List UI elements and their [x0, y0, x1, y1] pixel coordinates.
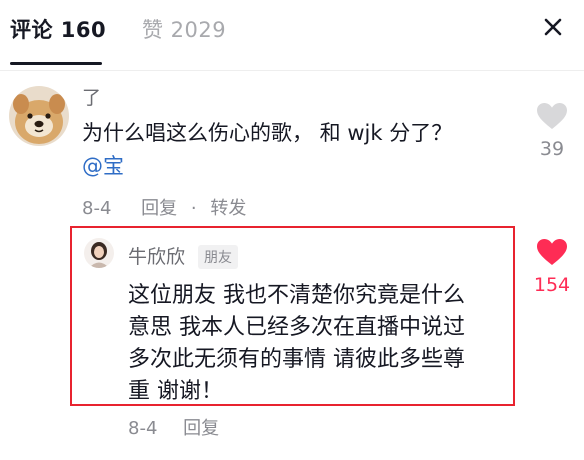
close-button[interactable] [538, 12, 568, 42]
reply-text-line: 这位朋友 我也不清楚你究竟是什么 [128, 283, 465, 308]
reply-text-line: 重 谢谢！ [128, 379, 223, 404]
reply-avatar[interactable] [84, 238, 114, 268]
tab-likes[interactable]: 赞 2029 [142, 14, 226, 44]
reply-button[interactable]: 回复 [141, 194, 177, 220]
person-avatar-icon [84, 238, 114, 268]
friend-badge: 朋友 [198, 245, 238, 269]
dog-avatar-icon [9, 86, 69, 146]
comment-username[interactable]: 了 [82, 83, 101, 110]
reply-text-line: 多次此无须有的事情 请彼此多些尊 [128, 347, 465, 372]
reply-meta: 8-4 回复 [128, 414, 219, 440]
reply-date: 8-4 [128, 418, 158, 439]
comment-date: 8-4 [82, 198, 112, 219]
comment-meta: 8-4 回复 · 转发 [82, 194, 246, 220]
tab-active-indicator [10, 62, 102, 65]
close-icon [544, 18, 562, 36]
comment-like-count: 39 [539, 138, 565, 160]
avatar[interactable] [9, 86, 69, 146]
reply-like-button[interactable]: 154 [526, 238, 578, 296]
reply-username[interactable]: 牛欣欣 [128, 242, 185, 269]
reply-text-line: 意思 我本人已经多次在直播中说过 [128, 315, 465, 340]
reply-like-count: 154 [533, 274, 571, 296]
reply-reply-button[interactable]: 回复 [183, 418, 219, 439]
header-divider [0, 70, 584, 71]
mention-link[interactable]: @宝 [82, 150, 124, 180]
comment-text: 为什么唱这么伤心的歌， 和 wjk 分了？ [82, 121, 453, 145]
meta-separator: · [190, 198, 197, 219]
heart-outline-icon [537, 103, 567, 129]
comment-like-button[interactable]: 39 [526, 102, 578, 160]
heart-filled-icon [537, 239, 567, 265]
tab-comments[interactable]: 评论 160 [10, 14, 106, 44]
forward-button[interactable]: 转发 [210, 194, 246, 220]
